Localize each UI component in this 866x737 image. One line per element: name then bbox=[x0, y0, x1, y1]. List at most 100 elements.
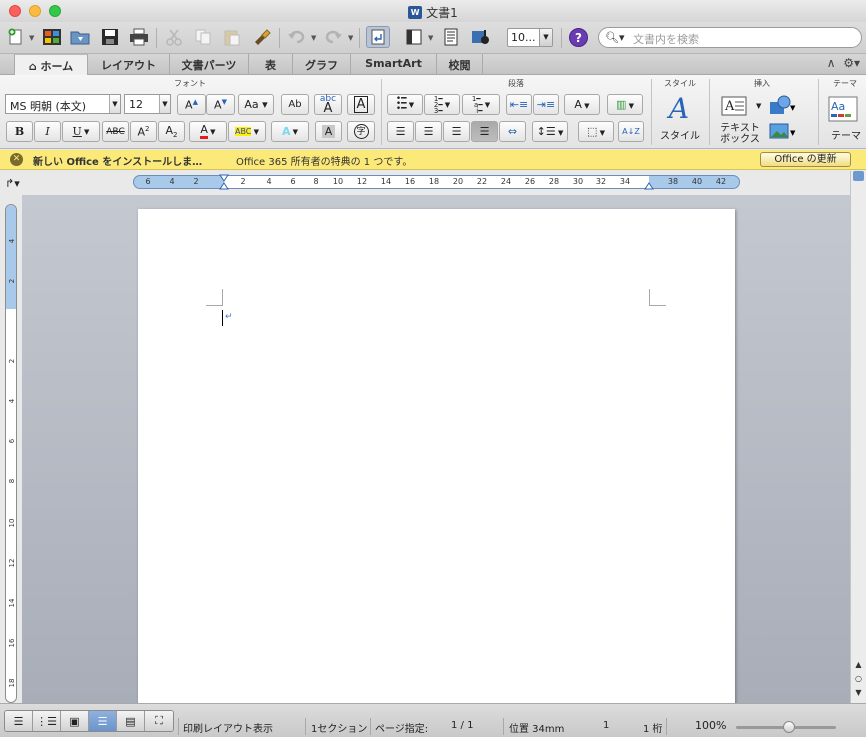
draft-view-button[interactable]: ☰ bbox=[5, 711, 33, 731]
change-case-button[interactable]: Aa ▾ bbox=[238, 94, 274, 115]
themes-button[interactable]: Aa bbox=[828, 95, 860, 125]
font-name-combobox[interactable]: MS 明朝 (本文) ▼ bbox=[5, 94, 121, 114]
superscript-button[interactable]: A2 bbox=[130, 121, 157, 142]
sidebar-button[interactable] bbox=[402, 26, 426, 48]
tab-table[interactable]: 表 bbox=[249, 54, 293, 75]
page-indicator[interactable]: 1 / 1 bbox=[451, 720, 473, 731]
zoom-slider-knob[interactable] bbox=[783, 721, 795, 733]
clear-formatting-button[interactable]: Ab bbox=[281, 94, 309, 115]
strikethrough-button[interactable]: ABC bbox=[102, 121, 129, 142]
tab-document-parts[interactable]: 文書パーツ bbox=[170, 54, 249, 75]
print-layout-button[interactable]: ☰ bbox=[89, 711, 117, 731]
align-right-button[interactable]: ☰ bbox=[443, 121, 470, 142]
text-direction-button[interactable]: A ▼ bbox=[564, 94, 600, 115]
line-spacing-button[interactable]: ↕☰ ▼ bbox=[532, 121, 568, 142]
text-box-button[interactable]: A bbox=[720, 95, 760, 123]
redo-button[interactable] bbox=[321, 26, 345, 48]
underline-button[interactable]: U ▼ bbox=[62, 121, 100, 142]
bullets-button[interactable]: •━ •━ •━ ▼ bbox=[387, 94, 423, 115]
sidebar-caret[interactable]: ▼ bbox=[428, 34, 433, 42]
character-shading-button[interactable]: A bbox=[315, 121, 342, 142]
borders-button[interactable]: ⬚ ▼ bbox=[578, 121, 614, 142]
tab-selector-icon[interactable]: ↱▾ bbox=[5, 177, 20, 190]
focus-view-button[interactable]: ⛶ bbox=[145, 711, 173, 731]
document-canvas[interactable]: ↵ bbox=[22, 195, 850, 703]
tab-chart[interactable]: グラフ bbox=[293, 54, 351, 75]
text-box-caret[interactable]: ▼ bbox=[756, 102, 761, 110]
font-color-button[interactable]: A ▼ bbox=[189, 121, 227, 142]
minimize-window-button[interactable] bbox=[29, 5, 41, 17]
zoom-combobox[interactable]: 10... ▼ bbox=[507, 28, 553, 47]
styles-gallery-button[interactable]: A bbox=[658, 92, 700, 125]
redo-caret[interactable]: ▼ bbox=[348, 34, 353, 42]
ribbon-settings-icon[interactable]: ⚙▾ bbox=[843, 56, 860, 70]
print-button[interactable] bbox=[127, 26, 151, 48]
dismiss-message-button[interactable]: ✕ bbox=[10, 153, 23, 166]
decrease-indent-button[interactable]: ⇤≡ bbox=[506, 94, 532, 115]
outline-view-button[interactable]: ⋮☰ bbox=[33, 711, 61, 731]
help-button[interactable]: ? bbox=[569, 28, 588, 47]
search-icon[interactable]: 🔍︎▾ bbox=[605, 31, 625, 44]
sort-button[interactable]: A↓Z bbox=[618, 121, 644, 142]
tab-home[interactable]: ⌂ ホーム bbox=[14, 54, 88, 76]
picture-button[interactable]: ▼ bbox=[768, 121, 798, 143]
next-page-icon[interactable]: ▼ bbox=[852, 687, 865, 699]
tab-review[interactable]: 校閲 bbox=[437, 54, 483, 75]
shrink-font-button[interactable]: A▼ bbox=[206, 94, 235, 115]
font-size-combobox[interactable]: 12 ▼ bbox=[124, 94, 171, 114]
office-update-button[interactable]: Office の更新 bbox=[760, 152, 851, 167]
vertical-scrollbar[interactable]: ▲ ○ ▼ bbox=[850, 171, 866, 703]
italic-button[interactable]: I bbox=[34, 121, 61, 142]
grow-font-button[interactable]: A▲ bbox=[177, 94, 206, 115]
align-left-button[interactable]: ☰ bbox=[387, 121, 414, 142]
zoom-window-button[interactable] bbox=[49, 5, 61, 17]
vertical-ruler[interactable]: 4 2 2 4 6 8 10 12 14 16 18 bbox=[5, 204, 17, 703]
distributed-button[interactable]: ⇔ bbox=[499, 121, 526, 142]
increase-indent-button[interactable]: ⇥≡ bbox=[533, 94, 559, 115]
browse-object-icon[interactable]: ○ bbox=[852, 673, 865, 685]
new-document-button[interactable] bbox=[4, 26, 28, 48]
multilevel-list-button[interactable]: 1━ a━ i━ ▼ bbox=[462, 94, 500, 115]
paste-button[interactable] bbox=[220, 26, 244, 48]
show-formatting-marks-button[interactable] bbox=[366, 26, 390, 48]
open-button[interactable] bbox=[68, 26, 92, 48]
search-field[interactable]: 🔍︎▾ 文書内を検索 bbox=[598, 27, 862, 48]
font-name-dropdown[interactable]: ▼ bbox=[109, 95, 120, 113]
collapse-ribbon-icon[interactable]: ∧ bbox=[827, 56, 836, 70]
justify-button[interactable]: ☰ bbox=[471, 121, 498, 142]
media-browser-button[interactable] bbox=[469, 26, 493, 48]
shapes-button[interactable]: ▼ bbox=[768, 94, 798, 116]
tab-layout[interactable]: レイアウト bbox=[88, 54, 170, 75]
enclose-characters-button[interactable]: 字 bbox=[347, 121, 375, 142]
close-window-button[interactable] bbox=[9, 5, 21, 17]
highlight-button[interactable]: ABC ▼ bbox=[228, 121, 266, 142]
cut-button[interactable] bbox=[162, 26, 186, 48]
scrollbar-thumb[interactable] bbox=[853, 171, 864, 181]
tab-smartart[interactable]: SmartArt bbox=[351, 54, 437, 75]
font-size-dropdown[interactable]: ▼ bbox=[159, 95, 170, 113]
horizontal-ruler[interactable]: 6 4 2 2 4 6 8 10 12 14 16 18 20 22 24 26 28 30 32 34 38 40 42 bbox=[133, 174, 740, 190]
subscript-button[interactable]: A2 bbox=[158, 121, 185, 142]
align-center-button[interactable]: ☰ bbox=[415, 121, 442, 142]
zoom-percentage[interactable]: 100% bbox=[695, 719, 726, 732]
undo-caret[interactable]: ▼ bbox=[311, 34, 316, 42]
document-page[interactable]: ↵ bbox=[138, 209, 735, 703]
numbering-button[interactable]: 1━ 2━ 3━ ▼ bbox=[424, 94, 460, 115]
text-effects-button[interactable]: A ▼ bbox=[271, 121, 309, 142]
copy-button[interactable] bbox=[191, 26, 215, 48]
save-button[interactable] bbox=[98, 26, 122, 48]
notebook-layout-button[interactable]: ▤ bbox=[117, 711, 145, 731]
columns-button[interactable]: ▥ ▼ bbox=[607, 94, 643, 115]
toolbox-button[interactable] bbox=[439, 26, 463, 48]
new-document-caret[interactable]: ▼ bbox=[29, 34, 34, 42]
bold-button[interactable]: B bbox=[6, 121, 33, 142]
format-painter-button[interactable] bbox=[250, 26, 274, 48]
previous-page-icon[interactable]: ▲ bbox=[852, 659, 865, 671]
section-indicator[interactable]: 1セクション bbox=[311, 720, 367, 735]
character-border-button[interactable]: A bbox=[347, 94, 375, 115]
phonetic-guide-button[interactable]: abc A bbox=[314, 94, 342, 115]
zoom-dropdown-button[interactable]: ▼ bbox=[539, 29, 552, 46]
publishing-layout-button[interactable]: ▣ bbox=[61, 711, 89, 731]
undo-button[interactable] bbox=[285, 26, 309, 48]
gallery-button[interactable] bbox=[40, 26, 64, 48]
